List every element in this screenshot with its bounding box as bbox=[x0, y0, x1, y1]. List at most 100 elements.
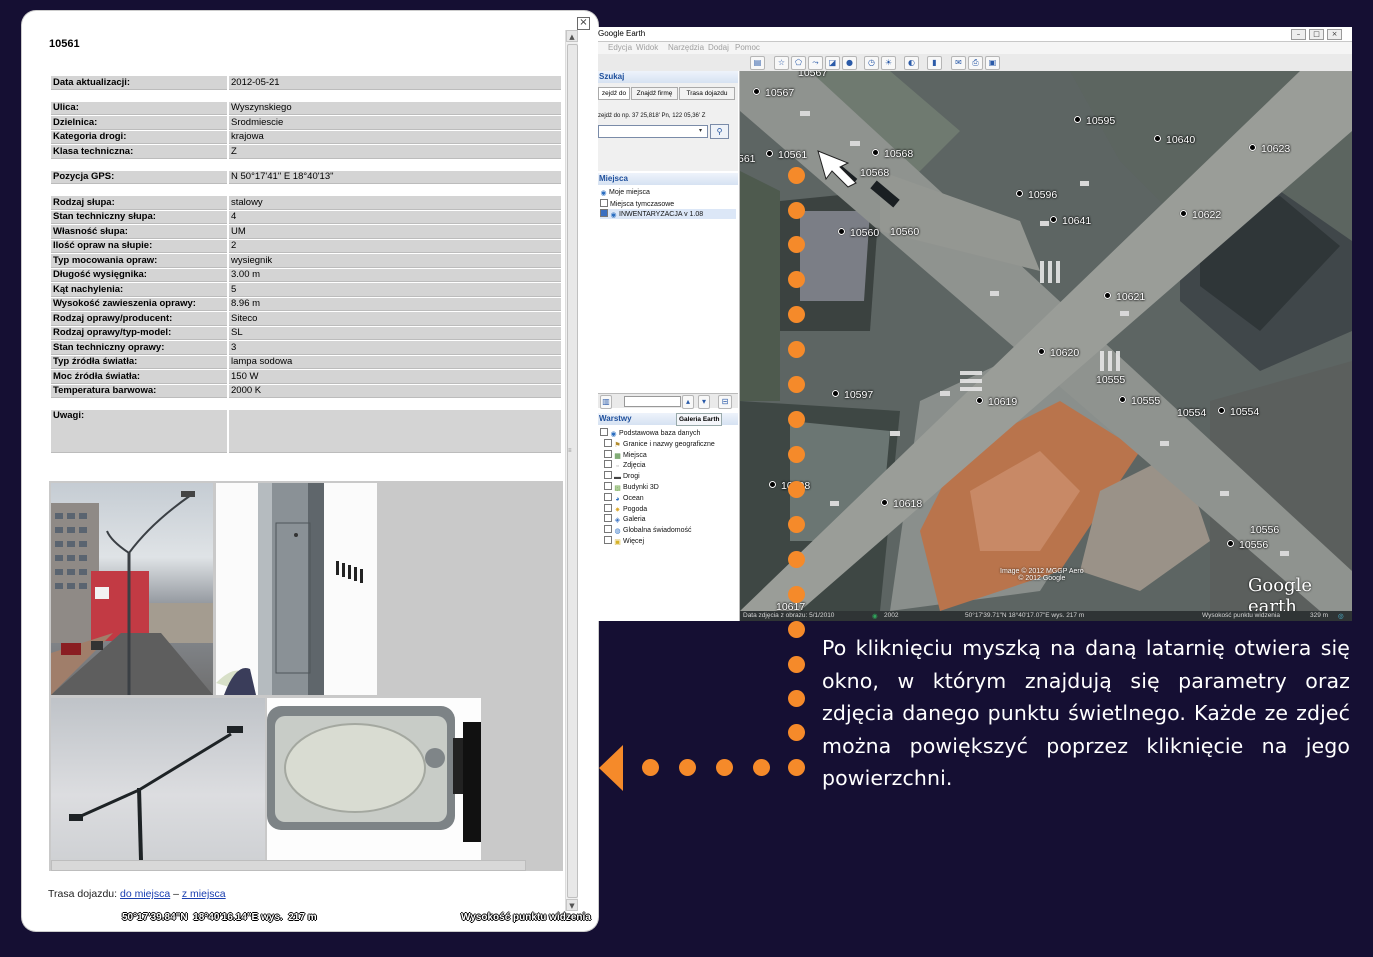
map-pin-10623[interactable]: 10623 bbox=[1249, 143, 1290, 155]
panel-icon[interactable]: ▥ bbox=[600, 395, 612, 409]
tab-find-business[interactable]: Znajdź firmę bbox=[631, 87, 678, 100]
scroll-up-icon[interactable]: ▲ bbox=[566, 30, 578, 42]
historical-imagery-icon[interactable]: ◷ bbox=[864, 56, 879, 70]
map-pin-10596[interactable]: 10596 bbox=[1016, 189, 1057, 201]
layer-item[interactable]: ▩ Budynki 3D bbox=[604, 482, 659, 492]
checkbox[interactable] bbox=[604, 514, 612, 523]
map-pin-10622[interactable]: 10622 bbox=[1180, 209, 1221, 221]
map-pin-10621[interactable]: 10621 bbox=[1104, 291, 1145, 303]
checkbox[interactable] bbox=[604, 471, 612, 480]
tab-fly-to[interactable]: zejdź do bbox=[598, 87, 630, 100]
move-up-icon[interactable]: ▴ bbox=[682, 395, 694, 409]
planets-icon[interactable]: ◐ bbox=[904, 56, 919, 70]
layers-header[interactable]: Warstwy Galeria Earth bbox=[598, 413, 738, 426]
map-pin-10554[interactable]: 10554 bbox=[1218, 406, 1259, 418]
checkbox[interactable] bbox=[604, 503, 612, 512]
map-pin-10597[interactable]: 10597 bbox=[832, 389, 873, 401]
checkbox[interactable] bbox=[600, 428, 608, 436]
search-input[interactable] bbox=[598, 125, 708, 138]
maximize-icon[interactable]: □ bbox=[1309, 29, 1324, 40]
map-pin-561[interactable]: 561 bbox=[740, 153, 756, 165]
menu-view[interactable]: Widok bbox=[636, 43, 658, 52]
menu-add[interactable]: Dodaj bbox=[708, 43, 729, 52]
satellite-map[interactable]: 10567 10567 561 10561 10568 10568 10595 10640 10… bbox=[740, 71, 1352, 611]
route-from-link[interactable]: z miejsca bbox=[182, 888, 226, 900]
move-down-icon[interactable]: ▾ bbox=[698, 395, 710, 409]
map-pin-10561[interactable]: 10561 bbox=[766, 149, 807, 161]
minimize-icon[interactable]: – bbox=[1291, 29, 1306, 40]
checkbox[interactable] bbox=[604, 460, 612, 469]
gallery-scrollbar[interactable] bbox=[51, 860, 526, 871]
search-icon[interactable]: ⚲ bbox=[710, 124, 729, 139]
photo-lamp-arm[interactable] bbox=[51, 698, 265, 860]
map-pin-10567[interactable]: 10567 bbox=[753, 87, 794, 99]
map-pin-10568[interactable]: 10568 bbox=[872, 148, 913, 160]
map-pin-10568[interactable]: 10568 bbox=[860, 167, 889, 179]
places-header[interactable]: Miejsca bbox=[598, 173, 738, 185]
polygon-icon[interactable]: ⬠ bbox=[791, 56, 806, 70]
places-item-inventory[interactable]: ◉ INWENTARYZACJA v 1.08 bbox=[600, 209, 736, 219]
checkbox[interactable] bbox=[604, 492, 612, 501]
ruler-icon[interactable]: ▮ bbox=[927, 56, 942, 70]
print-icon[interactable]: ⎙ bbox=[968, 56, 983, 70]
map-pin-10620[interactable]: 10620 bbox=[1038, 347, 1079, 359]
photo-street-view[interactable] bbox=[51, 483, 213, 695]
map-pin-10560[interactable]: 10560 bbox=[838, 227, 879, 239]
earth-gallery-button[interactable]: Galeria Earth bbox=[676, 413, 723, 426]
checkbox[interactable] bbox=[604, 438, 612, 447]
map-pin-10618[interactable]: 10618 bbox=[881, 498, 922, 510]
close-window-icon[interactable]: × bbox=[1327, 29, 1342, 40]
layer-item[interactable]: ▫ Zdjęcia bbox=[604, 460, 646, 470]
photo-luminaire[interactable] bbox=[267, 698, 481, 860]
map-pin-10641[interactable]: 10641 bbox=[1050, 215, 1091, 227]
menu-edit[interactable]: Edycja bbox=[608, 43, 632, 52]
layer-item[interactable]: ◈ Galeria bbox=[604, 514, 646, 524]
map-pin-10640[interactable]: 10640 bbox=[1154, 134, 1195, 146]
map-pin-10554[interactable]: 10554 bbox=[1177, 407, 1206, 419]
opacity-slider[interactable] bbox=[624, 396, 681, 407]
layer-item[interactable]: ◉ Podstawowa baza danych bbox=[600, 428, 700, 438]
tab-directions[interactable]: Trasa dojazdu bbox=[679, 87, 735, 100]
checkbox[interactable] bbox=[604, 536, 612, 544]
folder-icon[interactable]: ⊟ bbox=[718, 395, 732, 409]
scroll-down-icon[interactable]: ▼ bbox=[566, 899, 578, 911]
layer-item[interactable]: ◍ Globalna świadomość bbox=[604, 525, 691, 535]
map-pin-10560[interactable]: 10560 bbox=[890, 226, 919, 238]
menu-tools[interactable]: Narzędzia bbox=[668, 43, 704, 52]
close-icon[interactable]: × bbox=[577, 17, 590, 30]
checkbox[interactable] bbox=[604, 525, 612, 534]
scrollbar-thumb[interactable] bbox=[567, 44, 578, 898]
map-pin-10556[interactable]: 10556 bbox=[1227, 539, 1268, 551]
search-header[interactable]: Szukaj bbox=[598, 71, 738, 83]
map-pin-10617[interactable]: 10617 bbox=[776, 601, 805, 611]
layer-item[interactable]: ◕ Ocean bbox=[604, 492, 644, 503]
map-pin-10567[interactable]: 10567 bbox=[798, 71, 827, 79]
save-image-icon[interactable]: ▣ bbox=[985, 56, 1000, 70]
tour-icon[interactable]: ● bbox=[842, 56, 857, 70]
checkbox[interactable] bbox=[604, 449, 612, 458]
photo-pole-closeup[interactable] bbox=[216, 483, 377, 695]
history-clock-icon[interactable]: ◉ bbox=[872, 612, 878, 620]
sun-icon[interactable]: ☀ bbox=[881, 56, 896, 70]
menu-help[interactable]: Pomoc bbox=[735, 43, 760, 52]
map-pin-10619[interactable]: 10619 bbox=[976, 396, 1017, 408]
sidebar-toggle-icon[interactable]: ▤ bbox=[750, 56, 765, 70]
overlay-icon[interactable]: ◪ bbox=[825, 56, 840, 70]
map-pin-10595[interactable]: 10595 bbox=[1074, 115, 1115, 127]
chevron-down-icon[interactable]: ▾ bbox=[699, 127, 702, 134]
email-icon[interactable]: ✉ bbox=[951, 56, 966, 70]
places-item-temporary[interactable]: Miejsca tymczasowe bbox=[600, 199, 674, 208]
path-icon[interactable]: ⤳ bbox=[808, 56, 823, 70]
checkbox[interactable] bbox=[604, 482, 612, 490]
route-to-link[interactable]: do miejsca bbox=[120, 888, 170, 900]
map-pin-10556[interactable]: 10556 bbox=[1250, 524, 1279, 536]
places-item-my-places[interactable]: ◉ Moje miejsca bbox=[600, 189, 649, 197]
placemark-icon[interactable]: ☆ bbox=[774, 56, 789, 70]
layer-item[interactable]: ▣ Więcej bbox=[604, 536, 644, 546]
map-pin-10555[interactable]: 10555 bbox=[1096, 374, 1125, 386]
layer-item[interactable]: ✷ Pogoda bbox=[604, 503, 647, 514]
layer-item[interactable]: ▦ Miejsca bbox=[604, 449, 647, 460]
layer-item[interactable]: ▬ Drogi bbox=[604, 471, 640, 481]
popup-scrollbar[interactable]: ▲ ≡ ▼ bbox=[565, 30, 578, 911]
map-pin-10555[interactable]: 10555 bbox=[1119, 395, 1160, 407]
